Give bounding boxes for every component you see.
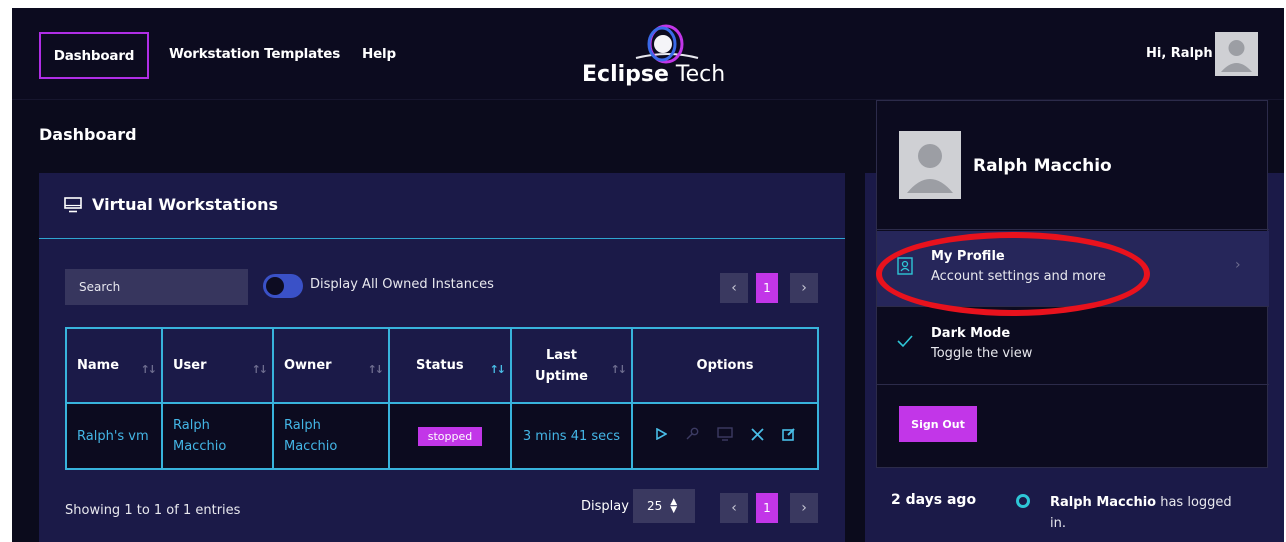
- table-header-row: Name ↑↓ User ↑↓ Owner ↑↓ Status ↑↓ Last Upti…: [65, 327, 819, 404]
- console-icon[interactable]: [716, 427, 733, 445]
- check-icon: [897, 335, 913, 348]
- page-size-select[interactable]: 25 ▲ ▼: [633, 489, 695, 523]
- cell-owner[interactable]: Ralph Macchio: [272, 402, 390, 470]
- cell-name[interactable]: Ralph's vm: [65, 402, 163, 470]
- delete-icon[interactable]: [750, 427, 764, 445]
- activity-actor: Ralph Macchio: [1050, 495, 1157, 510]
- app-frame: Dashboard Workstation Templates Help Ecl…: [12, 8, 1284, 542]
- next-page-button[interactable]: ›: [790, 273, 818, 303]
- activity-time: 2 days ago: [891, 492, 977, 508]
- sort-icon: ↑↓: [367, 363, 385, 376]
- timeline-dot-icon: [1016, 494, 1030, 508]
- prev-page-button[interactable]: ‹: [720, 273, 748, 303]
- card-header: Virtual Workstations: [39, 173, 845, 239]
- prev-page-button-bottom[interactable]: ‹: [720, 493, 748, 523]
- brand-logo[interactable]: Eclipse Tech: [578, 22, 748, 92]
- page-title: Dashboard: [39, 125, 137, 144]
- sort-icon: ↑↓: [140, 363, 158, 376]
- page-number-button-bottom[interactable]: 1: [756, 493, 778, 523]
- chevron-right-icon: ›: [801, 500, 807, 516]
- menu-divider: [877, 384, 1269, 385]
- toggle-label: Display All Owned Instances: [310, 277, 494, 292]
- menu-divider: [877, 229, 1269, 230]
- display-label: Display: [581, 499, 629, 514]
- owned-instances-toggle[interactable]: [263, 274, 303, 298]
- card-title: Virtual Workstations: [92, 195, 278, 214]
- user-avatar-button[interactable]: [1215, 32, 1258, 76]
- user-greeting[interactable]: Hi, Ralph: [1146, 46, 1213, 61]
- sort-select-icon: ▲ ▼: [670, 497, 678, 515]
- col-header-user[interactable]: User ↑↓: [161, 327, 274, 404]
- cell-user[interactable]: Ralph Macchio: [161, 402, 274, 470]
- dark-mode-item[interactable]: Dark Mode Toggle the view: [877, 308, 1269, 383]
- eclipse-logo-icon: [635, 24, 699, 64]
- dark-mode-title: Dark Mode: [931, 326, 1011, 341]
- activity-text: Ralph Macchio has logged in.: [1050, 492, 1250, 534]
- brand-name-light: Tech: [668, 62, 726, 87]
- cell-options: [631, 402, 819, 470]
- col-header-status[interactable]: Status ↑↓: [388, 327, 512, 404]
- dark-mode-subtitle: Toggle the view: [931, 346, 1033, 361]
- col-header-options: Options: [631, 327, 819, 404]
- start-icon[interactable]: [655, 427, 668, 444]
- col-header-name[interactable]: Name ↑↓: [65, 327, 163, 404]
- search-input[interactable]: [65, 269, 248, 305]
- chevron-left-icon: ‹: [731, 500, 737, 516]
- top-navbar: Dashboard Workstation Templates Help Ecl…: [12, 8, 1284, 100]
- sort-icon: ↑↓: [251, 363, 269, 376]
- page-number-button[interactable]: 1: [756, 273, 778, 303]
- chevron-left-icon: ‹: [731, 280, 737, 296]
- sort-icon: ↑↓: [610, 363, 628, 376]
- profile-avatar: [899, 131, 961, 199]
- table-row: Ralph's vm Ralph Macchio Ralph Macchio s…: [65, 402, 819, 470]
- user-avatar-icon: [907, 144, 953, 193]
- brand-name-bold: Eclipse: [582, 62, 669, 87]
- sort-asc-icon: ↑↓: [489, 363, 507, 376]
- monitor-icon: [64, 197, 82, 213]
- table-info: Showing 1 to 1 of 1 entries: [65, 503, 241, 518]
- virtual-workstations-card: Virtual Workstations Display All Owned I…: [39, 173, 845, 542]
- workstations-table: Name ↑↓ User ↑↓ Owner ↑↓ Status ↑↓ Last Upti…: [65, 327, 819, 470]
- profile-name: Ralph Macchio: [973, 156, 1112, 176]
- nav-dashboard[interactable]: Dashboard: [39, 32, 149, 79]
- sign-out-button[interactable]: Sign Out: [899, 406, 977, 442]
- toggle-knob: [266, 277, 284, 295]
- annotation-highlight-ellipse: [876, 232, 1150, 316]
- nav-workstation-templates[interactable]: Workstation Templates: [169, 46, 340, 62]
- edit-icon[interactable]: [781, 427, 796, 445]
- key-icon[interactable]: [685, 427, 699, 445]
- next-page-button-bottom[interactable]: ›: [790, 493, 818, 523]
- chevron-right-icon: ›: [801, 280, 807, 296]
- cell-uptime: 3 mins 41 secs: [510, 402, 633, 470]
- cell-status: stopped: [388, 402, 512, 470]
- col-header-owner[interactable]: Owner ↑↓: [272, 327, 390, 404]
- chevron-right-icon: ›: [1235, 257, 1241, 273]
- col-header-last-uptime[interactable]: Last Uptime ↑↓: [510, 327, 633, 404]
- user-avatar-icon: [1221, 40, 1252, 72]
- status-badge: stopped: [417, 426, 483, 446]
- nav-help[interactable]: Help: [362, 46, 396, 62]
